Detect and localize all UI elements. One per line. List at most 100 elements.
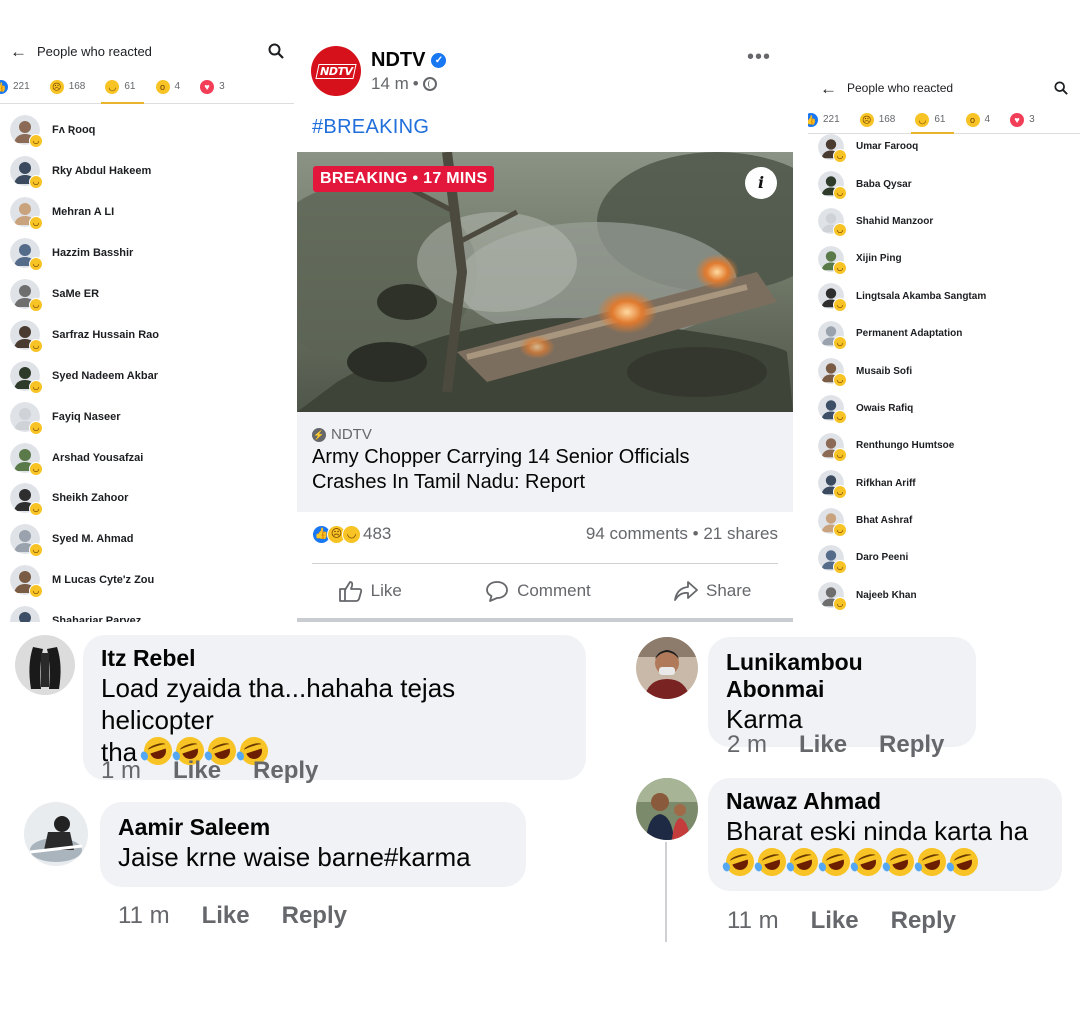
back-arrow-icon[interactable]: ← (10, 43, 27, 60)
more-options-icon[interactable]: ••• (747, 46, 771, 69)
comment-time[interactable]: 2 m (727, 731, 767, 759)
comments-shares[interactable]: 94 comments • 21 shares (586, 524, 778, 544)
laughing-emoji-icon (881, 844, 918, 880)
reactor-row[interactable]: ◡ Syed Nadeem Akbar (10, 355, 294, 396)
comment-bubble: Aamir Saleem Jaise krne waise barne#karm… (100, 802, 526, 887)
search-icon[interactable] (1054, 81, 1068, 95)
reactor-row[interactable]: ◡Shahariar Parvez (10, 601, 294, 622)
reply-link[interactable]: Reply (879, 731, 944, 759)
tab-haha[interactable]: ◡ 61 (907, 106, 957, 134)
reactor-row[interactable]: ◡ Rifkhan Ariff (818, 465, 1080, 502)
reactor-name: Renthungo Humtsoe (856, 440, 955, 452)
reactor-row[interactable]: ◡ Sarfraz Hussain Rao (10, 314, 294, 355)
sad-icon: ☹ (859, 112, 874, 127)
reaction-summary[interactable]: 👍 ☹ ◡ 483 (312, 524, 391, 544)
reactor-row[interactable]: ◡ SaMe ER (10, 274, 294, 315)
comment-button[interactable]: Comment (485, 572, 591, 610)
haha-badge-icon: ◡ (833, 335, 847, 350)
post-image[interactable]: BREAKING • 17 MINS i (297, 152, 793, 412)
like-link[interactable]: Like (173, 757, 221, 785)
avatar[interactable] (636, 637, 698, 699)
comment-time[interactable]: 1 m (101, 757, 141, 785)
reactor-name: Fʌ Ʀooq (52, 124, 96, 137)
comment-time[interactable]: 11 m (727, 907, 779, 935)
post-time[interactable]: 14 m (371, 74, 409, 94)
haha-badge-icon: ◡ (833, 485, 847, 500)
reactor-name: Rifkhan Ariff (856, 477, 916, 489)
reactor-row[interactable]: ◡ Musaib Sofi (818, 352, 1080, 389)
haha-badge-icon: ◡ (833, 522, 847, 537)
reactor-row[interactable]: ◡ M Lucas Cyte'z Zou (10, 560, 294, 601)
reactor-row[interactable]: ◡ Shahid Manzoor (818, 203, 1080, 240)
reactor-row[interactable]: ◡ Renthungo Humtsoe (818, 427, 1080, 464)
commenter-name[interactable]: Lunikambou Abonmai (726, 649, 958, 703)
reply-link[interactable]: Reply (891, 907, 956, 935)
reactor-name: M Lucas Cyte'z Zou (52, 574, 155, 587)
tab-haha[interactable]: ◡ 61 (97, 70, 147, 104)
like-icon: 👍 (0, 79, 8, 94)
reply-link[interactable]: Reply (253, 757, 318, 785)
tab-wow[interactable]: o4 (958, 106, 1003, 133)
commenter-name[interactable]: Aamir Saleem (118, 814, 508, 841)
reactor-row[interactable]: ◡ Fʌ Ʀooq (10, 110, 294, 151)
reactor-name: Sarfraz Hussain Rao (52, 328, 159, 341)
reactor-row[interactable]: ◡ Fayiq Naseer (10, 396, 294, 437)
reactor-name: Daro Peeni (856, 552, 909, 564)
reactor-name: Owais Rafiq (856, 402, 914, 414)
laughing-emoji-icon (817, 844, 854, 880)
info-icon[interactable]: i (745, 167, 777, 199)
reactor-row[interactable]: ◡ Arshad Yousafzai (10, 437, 294, 478)
reactor-row[interactable]: ◡ Daro Peeni (818, 539, 1080, 576)
reactor-name: Lingtsala Akamba Sangtam (856, 290, 987, 302)
share-button[interactable]: Share (674, 572, 751, 610)
tab-wow[interactable]: o4 (148, 70, 193, 103)
like-link[interactable]: Like (799, 731, 847, 759)
commenter-name[interactable]: Nawaz Ahmad (726, 788, 1044, 815)
reaction-tabs: 👍 221 ☹ 168 ◡ 61 o4 ♥ 3 (0, 70, 294, 104)
source-icon: ⚡ (312, 427, 326, 442)
reactor-row[interactable]: ◡ Xijin Ping (818, 240, 1080, 277)
reactor-name: Syed Nadeem Akbar (52, 369, 158, 382)
haha-badge-icon: ◡ (29, 379, 43, 394)
avatar[interactable] (15, 635, 75, 695)
reply-link[interactable]: Reply (282, 902, 347, 930)
haha-badge-icon: ◡ (29, 216, 43, 231)
reactor-row[interactable]: ◡ Hazzim Basshir (10, 233, 294, 274)
reactor-row[interactable]: ◡ Syed M. Ahmad (10, 519, 294, 560)
reactor-row[interactable]: ◡ Mehran A LI (10, 192, 294, 233)
reactions-header: ← People who reacted (0, 32, 294, 70)
tab-like[interactable]: 👍 221 (0, 70, 42, 103)
haha-badge-icon: ◡ (833, 559, 847, 574)
link-preview[interactable]: ⚡ NDTV Army Chopper Carrying 14 Senior Of… (297, 412, 793, 512)
reactor-row[interactable]: ◡ Rky Abdul Hakeem (10, 151, 294, 192)
tab-love[interactable]: ♥ 3 (1002, 106, 1047, 133)
reactor-row[interactable]: ◡ Najeeb Khan (818, 577, 1080, 610)
tab-love[interactable]: ♥ 3 (192, 70, 237, 103)
reactor-row[interactable]: ◡ Sheikh Zahoor (10, 478, 294, 519)
laughing-emoji-icon (849, 844, 886, 880)
reactor-row[interactable]: ◡ Baba Qysar (818, 165, 1080, 202)
laughing-emoji-icon (753, 844, 790, 880)
search-icon[interactable] (268, 43, 284, 59)
reactor-row[interactable]: ◡ Bhat Ashraf (818, 502, 1080, 539)
commenter-name[interactable]: Itz Rebel (101, 645, 568, 672)
tab-sad[interactable]: ☹ 168 (852, 106, 908, 133)
tab-sad[interactable]: ☹ 168 (42, 70, 98, 103)
hashtag-link[interactable]: #BREAKING (312, 116, 429, 139)
tab-like[interactable]: 👍 221 (808, 106, 852, 133)
back-arrow-icon[interactable]: ← (820, 80, 837, 97)
page-avatar[interactable]: NDTV (311, 46, 361, 96)
avatar[interactable] (24, 802, 88, 866)
like-link[interactable]: Like (202, 902, 250, 930)
reactor-row[interactable]: ◡ Permanent Adaptation (818, 315, 1080, 352)
reactions-panel-right: ← People who reacted 👍 221 ☹ 168 ◡ 61 o4 ♥ 3… (808, 70, 1080, 610)
reactor-row[interactable]: ◡ Owais Rafiq (818, 390, 1080, 427)
ndtv-logo-icon: NDTV (315, 63, 357, 79)
page-name[interactable]: NDTV (371, 49, 425, 72)
like-button[interactable]: Like (338, 572, 402, 610)
avatar[interactable] (636, 778, 698, 840)
comment-time[interactable]: 11 m (118, 902, 170, 930)
like-link[interactable]: Like (811, 907, 859, 935)
comment: Aamir Saleem Jaise krne waise barne#karm… (24, 802, 526, 887)
reactor-row[interactable]: ◡ Lingtsala Akamba Sangtam (818, 278, 1080, 315)
